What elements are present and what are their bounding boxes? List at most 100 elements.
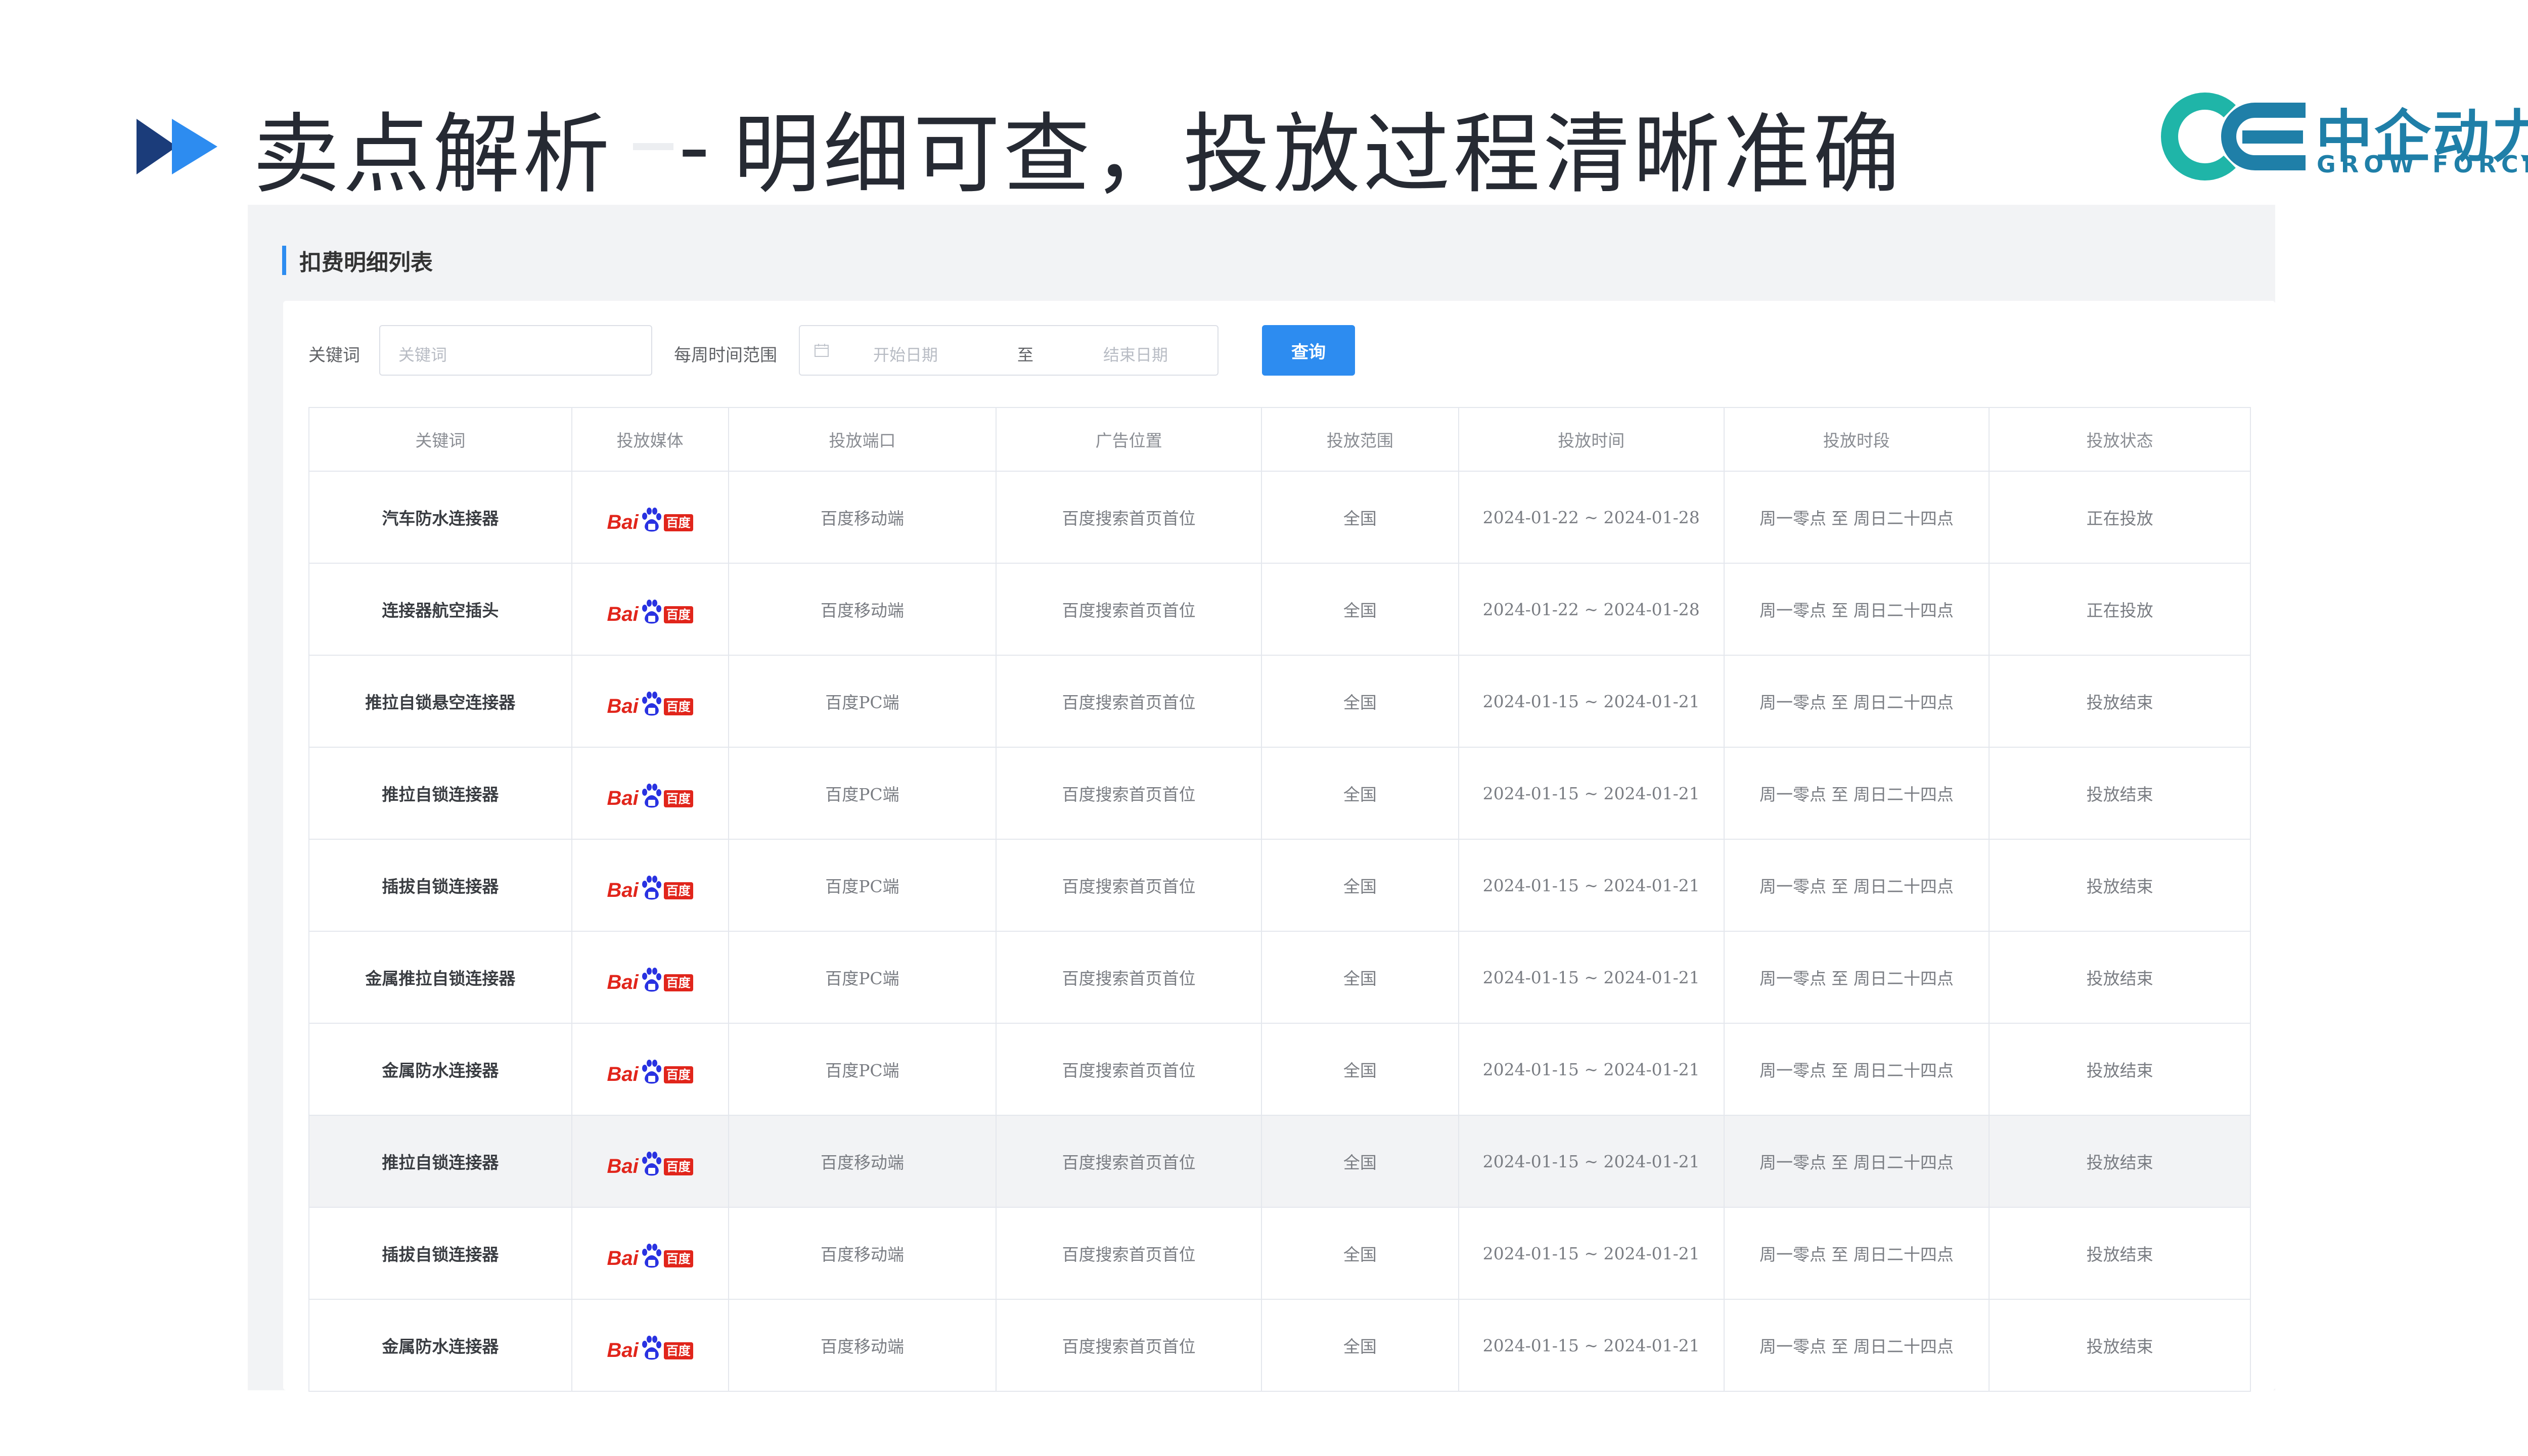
- cell-media: Bai 百度: [572, 1116, 729, 1207]
- cell-keyword: 插拔自锁连接器: [309, 1208, 572, 1299]
- cell-time: 2024-01-15 ~ 2024-01-21: [1459, 1300, 1725, 1391]
- cell-media: Bai 百度: [572, 748, 729, 839]
- cell-port: 百度PC端: [729, 840, 997, 931]
- table-row[interactable]: 连接器航空插头 Bai 百度 百度移动端 百度搜索首页首位 全国 2024-01…: [309, 564, 2251, 656]
- cell-range: 全国: [1262, 564, 1459, 655]
- cell-period: 周一零点 至 周日二十四点: [1725, 656, 1990, 747]
- cell-port: 百度移动端: [729, 1116, 997, 1207]
- cell-range: 全国: [1262, 1116, 1459, 1207]
- table-row[interactable]: 金属防水连接器 Bai 百度 百度移动端 百度搜索首页首位 全国 2024-01…: [309, 1300, 2251, 1392]
- baidu-logo: Bai 百度: [607, 501, 693, 533]
- baidu-logo: Bai 百度: [607, 593, 693, 625]
- baidu-logo-du: 百度: [663, 1066, 693, 1083]
- cell-keyword: 推拉自锁悬空连接器: [309, 656, 572, 747]
- cell-time: 2024-01-15 ~ 2024-01-21: [1459, 656, 1725, 747]
- baidu-logo: Bai 百度: [607, 777, 693, 809]
- baidu-logo-bai: Bai: [607, 1063, 639, 1085]
- table-row[interactable]: 推拉自锁悬空连接器 Bai 百度 百度PC端 百度搜索首页首位 全国 2024-…: [309, 656, 2251, 748]
- cell-media: Bai 百度: [572, 564, 729, 655]
- table-row[interactable]: 金属推拉自锁连接器 Bai 百度 百度PC端 百度搜索首页首位 全国 2024-…: [309, 932, 2251, 1024]
- cell-status: 正在投放: [1990, 472, 2251, 563]
- cell-keyword: 金属防水连接器: [309, 1024, 572, 1115]
- slide-header: 卖点解析 - 明细可查，投放过程清晰准确: [137, 91, 1903, 205]
- table-row[interactable]: 推拉自锁连接器 Bai 百度 百度PC端 百度搜索首页首位 全国 2024-01…: [309, 748, 2251, 840]
- cell-status: 投放结束: [1990, 840, 2251, 931]
- baidu-logo: Bai 百度: [607, 1053, 693, 1085]
- cell-range: 全国: [1262, 656, 1459, 747]
- cell-position: 百度搜索首页首位: [997, 1024, 1262, 1115]
- cell-position: 百度搜索首页首位: [997, 1116, 1262, 1207]
- baidu-paw-icon: [642, 784, 661, 808]
- cell-period: 周一零点 至 周日二十四点: [1725, 1116, 1990, 1207]
- baidu-paw-icon: [642, 600, 661, 624]
- baidu-logo-du: 百度: [663, 1342, 693, 1359]
- cell-time: 2024-01-15 ~ 2024-01-21: [1459, 840, 1725, 931]
- baidu-logo-bai: Bai: [607, 1247, 639, 1269]
- table-body: 汽车防水连接器 Bai 百度 百度移动端 百度搜索首页首位 全国 2024-01…: [309, 472, 2251, 1392]
- company-logo: 中企动力 GROW FORCE: [2154, 91, 2528, 182]
- cell-status: 投放结束: [1990, 1300, 2251, 1391]
- header-media: 投放媒体: [572, 408, 729, 471]
- cell-port: 百度移动端: [729, 1300, 997, 1391]
- keyword-input[interactable]: 关键词: [379, 325, 652, 376]
- panel-title: 扣费明细列表: [282, 245, 433, 276]
- cell-range: 全国: [1262, 840, 1459, 931]
- cell-keyword: 插拔自锁连接器: [309, 840, 572, 931]
- cell-position: 百度搜索首页首位: [997, 564, 1262, 655]
- cell-position: 百度搜索首页首位: [997, 748, 1262, 839]
- cell-status: 投放结束: [1990, 1208, 2251, 1299]
- cell-status: 投放结束: [1990, 1116, 2251, 1207]
- baidu-logo: Bai 百度: [607, 961, 693, 993]
- baidu-paw-icon: [642, 1152, 661, 1176]
- baidu-logo-du: 百度: [663, 1158, 693, 1175]
- cell-port: 百度PC端: [729, 932, 997, 1023]
- table-row[interactable]: 推拉自锁连接器 Bai 百度 百度移动端 百度搜索首页首位 全国 2024-01…: [309, 1116, 2251, 1208]
- query-button[interactable]: 查询: [1262, 325, 1355, 376]
- header-keyword: 关键词: [309, 408, 572, 471]
- list-card: 关键词 关键词 每周时间范围 开始日期 至 结束日期 查询 关键词 投放媒体 投…: [283, 301, 2275, 1392]
- cell-time: 2024-01-15 ~ 2024-01-21: [1459, 1116, 1725, 1207]
- ce-logo-mark: [2161, 93, 2306, 180]
- cell-keyword: 金属推拉自锁连接器: [309, 932, 572, 1023]
- table-row[interactable]: 插拔自锁连接器 Bai 百度 百度移动端 百度搜索首页首位 全国 2024-01…: [309, 1208, 2251, 1300]
- baidu-logo-bai: Bai: [607, 695, 639, 717]
- baidu-paw-icon: [642, 508, 661, 532]
- cell-media: Bai 百度: [572, 472, 729, 563]
- table-row[interactable]: 插拔自锁连接器 Bai 百度 百度PC端 百度搜索首页首位 全国 2024-01…: [309, 840, 2251, 932]
- baidu-logo: Bai 百度: [607, 1237, 693, 1269]
- screenshot-panel: 扣费明细列表 关键词 关键词 每周时间范围 开始日期 至 结束日期 查询 关键词…: [248, 205, 2275, 1392]
- cell-status: 正在投放: [1990, 564, 2251, 655]
- cell-status: 投放结束: [1990, 932, 2251, 1023]
- baidu-logo-du: 百度: [663, 1250, 693, 1267]
- header-range: 投放范围: [1262, 408, 1459, 471]
- cell-port: 百度移动端: [729, 1208, 997, 1299]
- cell-media: Bai 百度: [572, 840, 729, 931]
- cell-position: 百度搜索首页首位: [997, 656, 1262, 747]
- cell-port: 百度PC端: [729, 1024, 997, 1115]
- cell-port: 百度PC端: [729, 748, 997, 839]
- cell-keyword: 推拉自锁连接器: [309, 1116, 572, 1207]
- header-port: 投放端口: [729, 408, 997, 471]
- header-position: 广告位置: [997, 408, 1262, 471]
- cell-range: 全国: [1262, 748, 1459, 839]
- baidu-logo-bai: Bai: [607, 787, 639, 809]
- date-range-picker[interactable]: 开始日期 至 结束日期: [799, 325, 1218, 376]
- cell-period: 周一零点 至 周日二十四点: [1725, 932, 1990, 1023]
- cell-keyword: 连接器航空插头: [309, 564, 572, 655]
- table-row[interactable]: 金属防水连接器 Bai 百度 百度PC端 百度搜索首页首位 全国 2024-01…: [309, 1024, 2251, 1116]
- cell-time: 2024-01-22 ~ 2024-01-28: [1459, 564, 1725, 655]
- baidu-logo-bai: Bai: [607, 879, 639, 901]
- end-date-placeholder: 结束日期: [1103, 345, 1168, 365]
- cell-position: 百度搜索首页首位: [997, 932, 1262, 1023]
- panel-title-text: 扣费明细列表: [299, 250, 433, 276]
- cell-period: 周一零点 至 周日二十四点: [1725, 1024, 1990, 1115]
- cell-position: 百度搜索首页首位: [997, 472, 1262, 563]
- cell-period: 周一零点 至 周日二十四点: [1725, 748, 1990, 839]
- table-row[interactable]: 汽车防水连接器 Bai 百度 百度移动端 百度搜索首页首位 全国 2024-01…: [309, 472, 2251, 564]
- slide-title: 卖点解析 - 明细可查，投放过程清晰准确: [253, 83, 1903, 210]
- cell-range: 全国: [1262, 1208, 1459, 1299]
- cell-time: 2024-01-15 ~ 2024-01-21: [1459, 1024, 1725, 1115]
- cell-media: Bai 百度: [572, 1208, 729, 1299]
- title-accent-bar: [282, 246, 286, 275]
- cell-keyword: 推拉自锁连接器: [309, 748, 572, 839]
